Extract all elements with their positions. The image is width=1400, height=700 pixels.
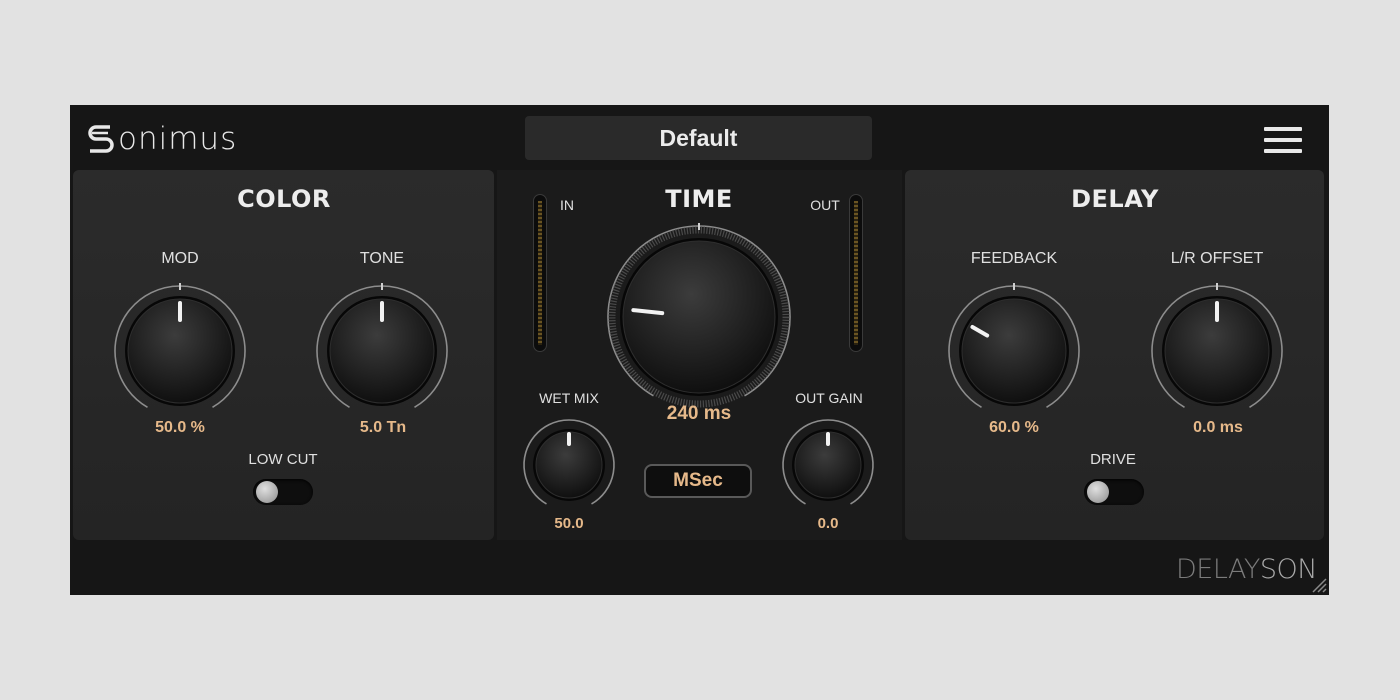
sonimus-logo: onimus xyxy=(86,119,237,159)
time-title: TIME xyxy=(665,185,733,213)
in-label: IN xyxy=(560,197,574,213)
wet-mix-label: WET MIX xyxy=(539,390,599,406)
mod-value: 50.0 % xyxy=(155,419,205,436)
tone-value: 5.0 Tn xyxy=(359,419,407,436)
delayson-logo: DELAYSON xyxy=(1176,554,1317,585)
preset-selector[interactable]: Default xyxy=(525,116,872,160)
feedback-value: 60.0 % xyxy=(989,419,1039,436)
lr-offset-value: 0.0 ms xyxy=(1193,419,1243,436)
delay-title: DELAY xyxy=(1071,185,1159,213)
tone-knob[interactable] xyxy=(312,281,452,421)
output-meter xyxy=(849,194,863,352)
resize-grip-icon[interactable] xyxy=(1309,575,1327,593)
out-gain-knob[interactable] xyxy=(778,415,878,515)
brand-name: onimus xyxy=(118,121,238,157)
out-gain-label: OUT GAIN xyxy=(795,390,863,406)
input-meter xyxy=(533,194,547,352)
delayson-logo-part1: DELAY xyxy=(1176,554,1260,585)
drive-label: DRIVE xyxy=(1090,451,1136,468)
feedback-knob[interactable] xyxy=(944,281,1084,421)
wet-mix-value: 50.0 xyxy=(554,515,584,532)
sonimus-s-icon xyxy=(88,125,114,153)
out-gain-value: 0.0 xyxy=(817,515,839,532)
time-value: 240 ms xyxy=(666,403,732,424)
drive-toggle[interactable] xyxy=(1084,479,1144,505)
time-knob[interactable] xyxy=(604,222,794,412)
wet-mix-knob[interactable] xyxy=(519,415,619,515)
hamburger-menu-icon[interactable] xyxy=(1264,127,1302,153)
lr-offset-label: L/R OFFSET xyxy=(1170,250,1264,267)
msec-mode-button[interactable]: MSec xyxy=(644,464,752,498)
low-cut-label: LOW CUT xyxy=(248,451,318,468)
feedback-label: FEEDBACK xyxy=(970,250,1058,267)
mod-label: MOD xyxy=(161,250,199,267)
low-cut-toggle[interactable] xyxy=(253,479,313,505)
mod-knob[interactable] xyxy=(110,281,250,421)
plugin-window: onimus Default COLOR MOD 50.0 % TONE 5.0… xyxy=(70,105,1329,595)
low-cut-toggle-thumb xyxy=(256,481,278,503)
drive-toggle-thumb xyxy=(1087,481,1109,503)
lr-offset-knob[interactable] xyxy=(1147,281,1287,421)
color-title: COLOR xyxy=(237,185,331,213)
out-label: OUT xyxy=(810,197,840,213)
tone-label: TONE xyxy=(359,250,405,267)
